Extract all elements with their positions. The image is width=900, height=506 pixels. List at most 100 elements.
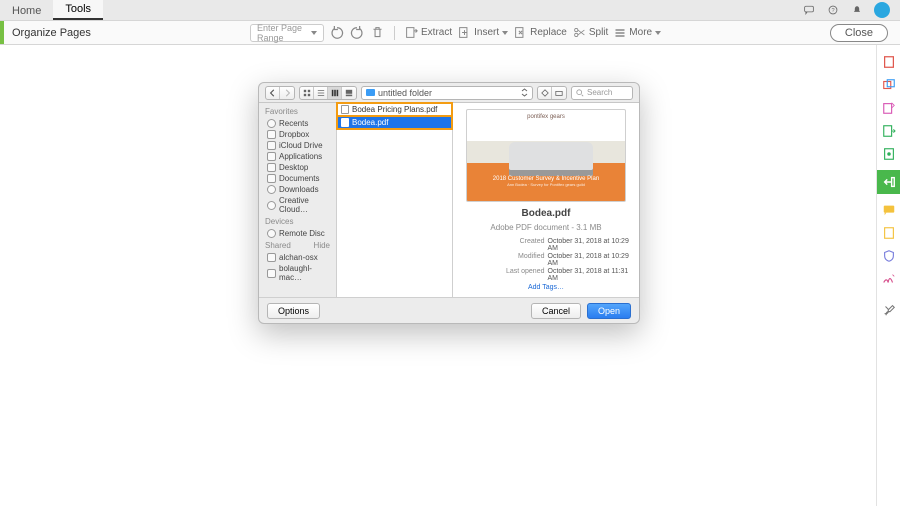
sidebar-item-dropbox[interactable]: Dropbox xyxy=(259,129,336,140)
split-button[interactable]: Split xyxy=(573,26,608,39)
protect-icon[interactable] xyxy=(882,249,896,263)
file-list: Bodea Pricing Plans.pdf Bodea.pdf xyxy=(337,103,453,297)
page-range-input[interactable]: Enter Page Range xyxy=(250,24,324,42)
sidebar-hide[interactable]: Hide xyxy=(314,241,330,250)
file-open-dialog: untitled folder Search Favorites Recents… xyxy=(258,82,640,324)
view-gallery-icon[interactable] xyxy=(342,87,356,99)
sidebar-header-devices: Devices xyxy=(259,215,336,228)
apps-icon xyxy=(267,152,276,161)
documents-icon xyxy=(267,174,276,183)
export-pdf-icon[interactable] xyxy=(882,124,896,138)
insert-button[interactable]: Insert xyxy=(458,26,508,39)
create-pdf-icon[interactable] xyxy=(882,55,896,69)
group-icon[interactable] xyxy=(552,87,566,99)
chat-icon[interactable] xyxy=(802,3,816,17)
preview-thumbnail: pontifex gears 2018 Customer Survey & In… xyxy=(466,109,626,202)
sidebar-item-downloads[interactable]: Downloads xyxy=(259,184,336,195)
sidebar-item-applications[interactable]: Applications xyxy=(259,151,336,162)
recents-icon xyxy=(267,119,276,128)
tab-home[interactable]: Home xyxy=(0,2,53,20)
right-tool-panel xyxy=(876,45,900,506)
file-row-selected[interactable]: Bodea.pdf xyxy=(337,116,452,129)
search-icon xyxy=(576,89,584,97)
meta-modified: October 31, 2018 at 10:29 AM xyxy=(548,253,632,267)
search-placeholder: Search xyxy=(587,88,612,97)
file-icon xyxy=(341,105,349,114)
toolbar-title: Organize Pages xyxy=(4,27,250,39)
sidebar-item-documents[interactable]: Documents xyxy=(259,173,336,184)
meta-opened: October 31, 2018 at 11:31 AM xyxy=(548,268,632,282)
sidebar-header-favorites: Favorites xyxy=(259,105,336,118)
cc-icon xyxy=(267,201,276,210)
tag-icon[interactable] xyxy=(538,87,552,99)
desktop-icon xyxy=(267,163,276,172)
more-label: More xyxy=(629,27,652,38)
help-icon[interactable]: ? xyxy=(826,3,840,17)
split-label: Split xyxy=(589,27,608,38)
sidebar-item-desktop[interactable]: Desktop xyxy=(259,162,336,173)
chevron-down-icon xyxy=(311,31,317,35)
dialog-search-input[interactable]: Search xyxy=(571,86,633,100)
replace-button[interactable]: Replace xyxy=(514,26,567,39)
more-tools-icon[interactable] xyxy=(882,303,896,317)
options-button[interactable]: Options xyxy=(267,303,320,319)
sidebar-item-icloud[interactable]: iCloud Drive xyxy=(259,140,336,151)
tag-group-segment[interactable] xyxy=(537,86,567,100)
nav-back-forward[interactable] xyxy=(265,86,295,100)
view-mode-segment[interactable] xyxy=(299,86,357,100)
cancel-button[interactable]: Cancel xyxy=(531,303,581,319)
more-button[interactable]: More xyxy=(614,27,661,39)
file-row[interactable]: Bodea Pricing Plans.pdf xyxy=(337,103,452,116)
organize-pages-icon[interactable] xyxy=(877,170,900,194)
organize-toolbar: Organize Pages Enter Page Range Extract … xyxy=(0,21,900,45)
meta-modified-label: Modified xyxy=(461,253,545,267)
tool-green-icon[interactable] xyxy=(882,147,896,161)
preview-filename: Bodea.pdf xyxy=(522,208,571,219)
path-dropdown[interactable]: untitled folder xyxy=(361,86,533,100)
avatar[interactable] xyxy=(874,2,890,18)
rotate-ccw-icon[interactable] xyxy=(330,26,344,40)
trash-icon[interactable] xyxy=(370,26,384,40)
meta-created-label: Created xyxy=(461,238,545,252)
sidebar-item-creativecloud[interactable]: Creative Cloud… xyxy=(259,195,336,215)
preview-pane: pontifex gears 2018 Customer Survey & In… xyxy=(453,103,639,297)
sidebar-item-remotedisc[interactable]: Remote Disc xyxy=(259,228,336,239)
disc-icon xyxy=(267,229,276,238)
nav-forward-icon[interactable] xyxy=(280,87,294,99)
extract-button[interactable]: Extract xyxy=(405,26,452,39)
view-columns-icon[interactable] xyxy=(328,87,342,99)
file-icon xyxy=(341,118,349,127)
updown-icon xyxy=(521,88,528,97)
sidebar-item-shared-2[interactable]: bolaughl-mac… xyxy=(259,263,336,283)
fill-sign-icon[interactable] xyxy=(882,226,896,240)
combine-icon[interactable] xyxy=(882,78,896,92)
downloads-icon xyxy=(267,185,276,194)
chevron-down-icon xyxy=(502,31,508,35)
dialog-footer: Options Cancel Open xyxy=(259,297,639,323)
comment-icon[interactable] xyxy=(882,203,896,217)
edit-pdf-icon[interactable] xyxy=(882,101,896,115)
dropbox-icon xyxy=(267,130,276,139)
add-tags-link[interactable]: Add Tags… xyxy=(528,284,564,291)
view-list-icon[interactable] xyxy=(314,87,328,99)
folder-icon xyxy=(366,89,375,96)
sidebar-item-shared-1[interactable]: alchan-osx xyxy=(259,252,336,263)
sidebar-header-shared: SharedHide xyxy=(259,239,336,252)
view-icons-icon[interactable] xyxy=(300,87,314,99)
rotate-cw-icon[interactable] xyxy=(350,26,364,40)
close-button[interactable]: Close xyxy=(830,24,888,42)
bell-icon[interactable] xyxy=(850,3,864,17)
computer-icon xyxy=(267,269,276,278)
preview-banner-sub: Ann Bodea · Survey for Pontifex gears gu… xyxy=(467,182,625,187)
page-range-placeholder: Enter Page Range xyxy=(257,23,311,43)
preview-logo: pontifex gears xyxy=(467,114,625,120)
chevron-down-icon xyxy=(655,31,661,35)
insert-label: Insert xyxy=(474,27,499,38)
meta-opened-label: Last opened xyxy=(461,268,545,282)
sign-icon[interactable] xyxy=(882,272,896,286)
sidebar-item-recents[interactable]: Recents xyxy=(259,118,336,129)
tab-tools[interactable]: Tools xyxy=(53,0,103,20)
nav-back-icon[interactable] xyxy=(266,87,280,99)
file-label: Bodea Pricing Plans.pdf xyxy=(352,105,437,114)
open-button[interactable]: Open xyxy=(587,303,631,319)
